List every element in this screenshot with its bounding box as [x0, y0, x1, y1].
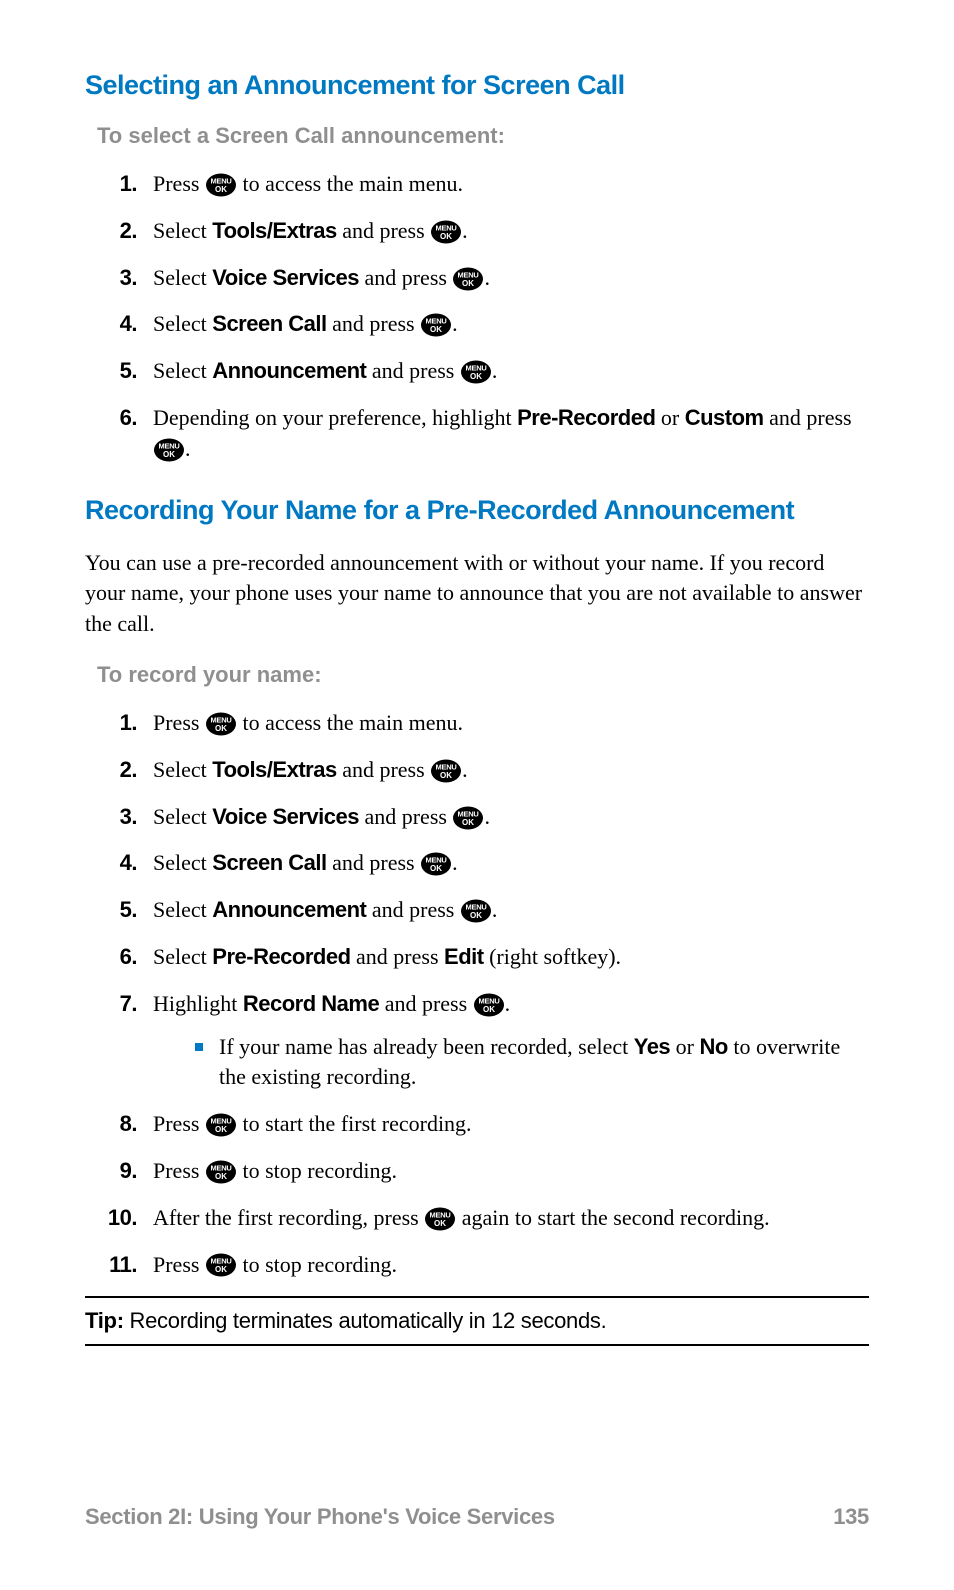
menu-ok-icon: [473, 993, 505, 1017]
steps-list-2: 1. Press to access the main menu. 2. Sel…: [97, 708, 869, 1280]
step-1-6: 6. Depending on your preference, highlig…: [97, 403, 869, 465]
steps-list-1: 1. Press to access the main menu. 2. Sel…: [97, 169, 869, 465]
step-number: 8.: [97, 1109, 153, 1140]
step-2-5: 5. Select Announcement and press .: [97, 895, 869, 926]
menu-ok-icon: [420, 313, 452, 337]
step-number: 6.: [97, 403, 153, 434]
menu-ok-icon: [430, 220, 462, 244]
step-2-11: 11. Press to stop recording.: [97, 1250, 869, 1281]
step-1-4: 4. Select Screen Call and press .: [97, 309, 869, 340]
step-2-9: 9. Press to stop recording.: [97, 1156, 869, 1187]
menu-ok-icon: [452, 267, 484, 291]
footer-section: Section 2I: Using Your Phone's Voice Ser…: [85, 1504, 555, 1530]
page-footer: Section 2I: Using Your Phone's Voice Ser…: [85, 1504, 869, 1530]
step-number: 7.: [97, 989, 153, 1020]
menu-ok-icon: [452, 806, 484, 830]
step-number: 3.: [97, 263, 153, 294]
step-2-2: 2. Select Tools/Extras and press .: [97, 755, 869, 786]
step-number: 1.: [97, 169, 153, 200]
step-2-6: 6. Select Pre-Recorded and press Edit (r…: [97, 942, 869, 973]
section-heading-2: Recording Your Name for a Pre-Recorded A…: [85, 495, 869, 526]
step-1-2: 2. Select Tools/Extras and press .: [97, 216, 869, 247]
menu-ok-icon: [460, 360, 492, 384]
menu-ok-icon: [153, 438, 185, 462]
step-2-1: 1. Press to access the main menu.: [97, 708, 869, 739]
menu-ok-icon: [205, 712, 237, 736]
sub-bullet-list: If your name has already been recorded, …: [195, 1032, 869, 1094]
step-2-4: 4. Select Screen Call and press .: [97, 848, 869, 879]
footer-page-number: 135: [833, 1504, 869, 1530]
step-number: 9.: [97, 1156, 153, 1187]
step-1-3: 3. Select Voice Services and press .: [97, 263, 869, 294]
menu-ok-icon: [205, 173, 237, 197]
menu-ok-icon: [424, 1207, 456, 1231]
step-number: 2.: [97, 755, 153, 786]
menu-ok-icon: [420, 852, 452, 876]
subheading-1: To select a Screen Call announcement:: [97, 123, 869, 149]
step-2-8: 8. Press to start the first recording.: [97, 1109, 869, 1140]
section-heading-1: Selecting an Announcement for Screen Cal…: [85, 70, 869, 101]
tip-box: Tip: Recording terminates automatically …: [85, 1296, 869, 1346]
step-number: 11.: [97, 1250, 153, 1281]
menu-ok-icon: [205, 1253, 237, 1277]
step-2-10: 10. After the first recording, press aga…: [97, 1203, 869, 1234]
menu-ok-icon: [460, 899, 492, 923]
subheading-2: To record your name:: [97, 662, 869, 688]
step-2-7: 7. Highlight Record Name and press . If …: [97, 989, 869, 1093]
step-number: 4.: [97, 848, 153, 879]
step-number: 5.: [97, 356, 153, 387]
sub-bullet: If your name has already been recorded, …: [195, 1032, 869, 1094]
intro-paragraph: You can use a pre-recorded announcement …: [85, 548, 869, 640]
step-1-1: 1. Press to access the main menu.: [97, 169, 869, 200]
step-number: 4.: [97, 309, 153, 340]
tip-text: Recording terminates automatically in 12…: [124, 1308, 607, 1333]
step-number: 6.: [97, 942, 153, 973]
step-1-5: 5. Select Announcement and press .: [97, 356, 869, 387]
step-2-3: 3. Select Voice Services and press .: [97, 802, 869, 833]
step-number: 5.: [97, 895, 153, 926]
step-number: 3.: [97, 802, 153, 833]
menu-ok-icon: [205, 1113, 237, 1137]
tip-label: Tip:: [85, 1308, 124, 1333]
step-number: 1.: [97, 708, 153, 739]
step-number: 10.: [97, 1203, 153, 1234]
menu-ok-icon: [205, 1160, 237, 1184]
menu-ok-icon: [430, 759, 462, 783]
step-number: 2.: [97, 216, 153, 247]
